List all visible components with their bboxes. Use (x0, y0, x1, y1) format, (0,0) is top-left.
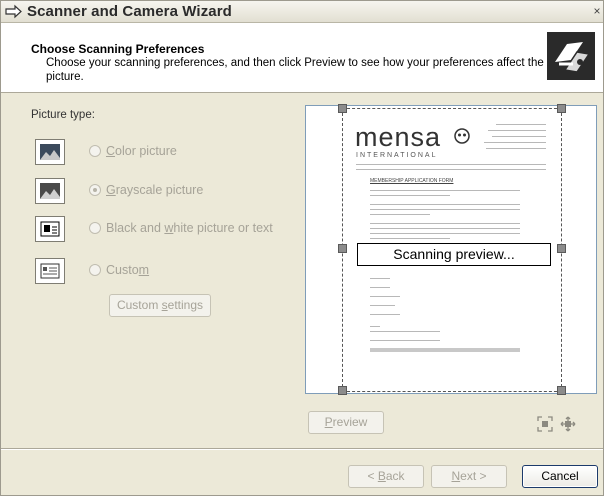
next-button[interactable]: Next > (431, 465, 507, 488)
title-bar[interactable]: Scanner and Camera Wizard × (1, 1, 603, 23)
back-button[interactable]: < Back (348, 465, 424, 488)
black-white-picture-label: Black and white picture or text (106, 221, 273, 235)
custom-picture-icon (35, 258, 65, 284)
fit-to-window-icon[interactable] (537, 416, 553, 432)
color-picture-radio[interactable] (89, 145, 101, 157)
color-picture-label: Color picture (106, 144, 177, 158)
crop-handle-right[interactable] (557, 244, 566, 253)
scanning-preview-status: Scanning preview... (357, 243, 551, 266)
custom-radio[interactable] (89, 264, 101, 276)
crop-handle-top-right[interactable] (557, 104, 566, 113)
window-title: Scanner and Camera Wizard (27, 3, 232, 20)
scanner-camera-icon (547, 32, 595, 80)
grayscale-picture-radio[interactable] (89, 184, 101, 196)
preview-button[interactable]: Preview (308, 411, 384, 434)
grayscale-picture-label: Grayscale picture (106, 183, 204, 197)
grayscale-picture-icon (35, 178, 65, 204)
footer-separator (1, 448, 603, 450)
zoom-icon[interactable] (559, 416, 577, 432)
wizard-header: Choose Scanning Preferences Choose your … (1, 23, 603, 93)
black-white-picture-icon (35, 216, 65, 242)
header-title: Choose Scanning Preferences (31, 42, 205, 56)
header-subtitle: Choose your scanning preferences, and th… (46, 57, 544, 83)
picture-type-label: Picture type: (31, 109, 95, 121)
black-white-picture-radio[interactable] (89, 222, 101, 234)
preview-pane[interactable]: mensa INTERNATIONAL MEMBERSHIP APPLICATI… (305, 104, 597, 395)
custom-settings-button[interactable]: Custom settings (109, 294, 211, 317)
close-icon[interactable]: × (591, 2, 603, 20)
crop-handle-top-left[interactable] (338, 104, 347, 113)
custom-label: Custom (106, 263, 150, 277)
crop-handle-left[interactable] (338, 244, 347, 253)
color-picture-icon (35, 139, 65, 165)
cancel-button[interactable]: Cancel (522, 465, 598, 488)
wizard-arrow-icon (5, 4, 22, 19)
crop-handle-bottom-left[interactable] (338, 386, 347, 395)
preview-toolbar (537, 416, 597, 432)
crop-handle-bottom-right[interactable] (557, 386, 566, 395)
scanner-wizard-window: Scanner and Camera Wizard × Choose Scann… (0, 0, 604, 496)
